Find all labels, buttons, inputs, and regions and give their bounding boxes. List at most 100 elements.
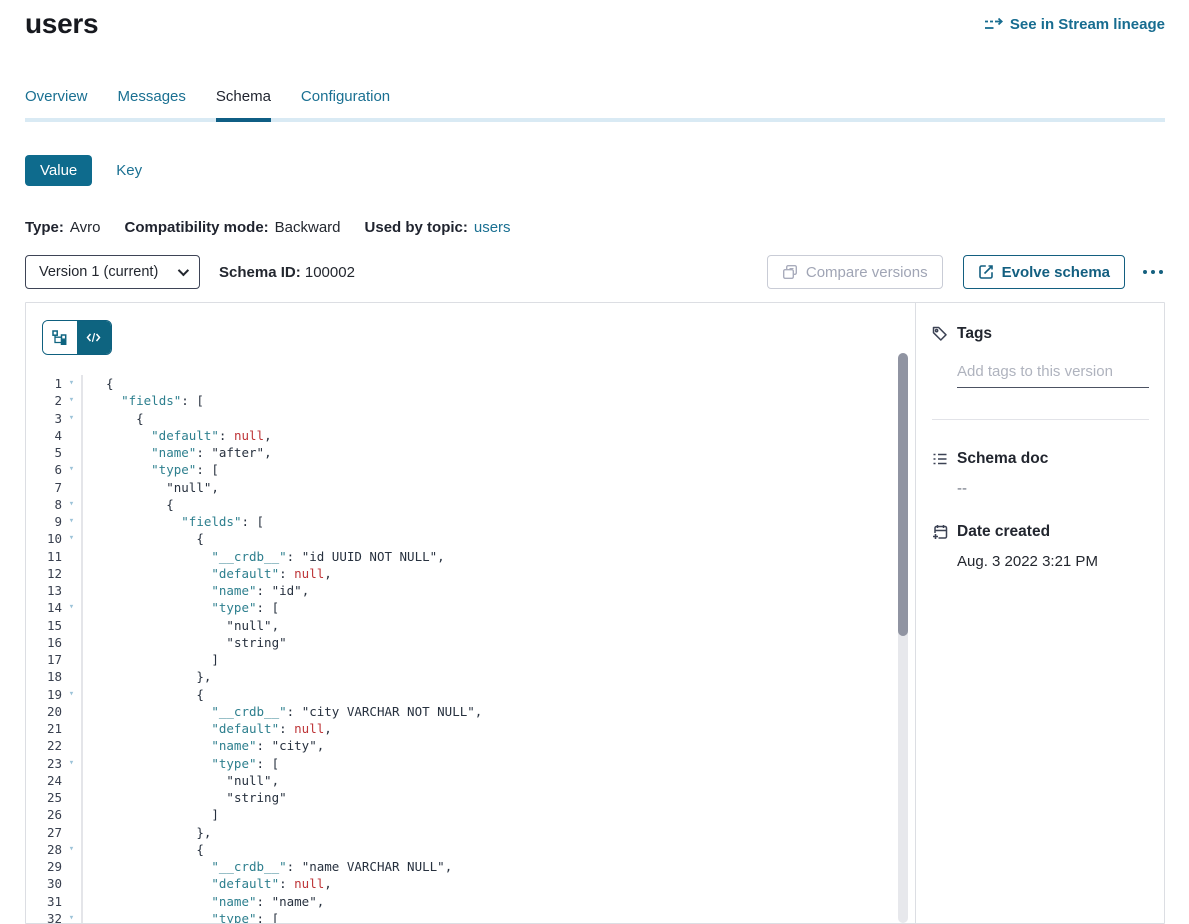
code-line: 30 "default": null, bbox=[26, 875, 915, 892]
code-line: 10▾ { bbox=[26, 530, 915, 547]
fold-toggle-icon[interactable]: ▾ bbox=[62, 530, 81, 547]
fold-toggle-icon[interactable]: ▾ bbox=[62, 841, 81, 858]
line-number: 8 bbox=[26, 496, 62, 513]
fold-toggle-icon[interactable]: ▾ bbox=[62, 599, 81, 616]
value-key-toggle: Value Key bbox=[25, 155, 1165, 186]
add-tags-input[interactable] bbox=[957, 363, 1149, 388]
code-text: "default": null, bbox=[83, 427, 272, 444]
tab-messages[interactable]: Messages bbox=[118, 88, 186, 118]
code-text: "null", bbox=[83, 479, 219, 496]
line-number: 6 bbox=[26, 461, 62, 478]
line-number: 9 bbox=[26, 513, 62, 530]
code-line: 12 "default": null, bbox=[26, 565, 915, 582]
topic-link[interactable]: users bbox=[474, 219, 511, 236]
code-text: "default": null, bbox=[83, 875, 332, 892]
line-number: 29 bbox=[26, 858, 62, 875]
scrollbar-track[interactable] bbox=[898, 353, 908, 923]
compare-versions-label: Compare versions bbox=[806, 264, 928, 281]
code-text: ] bbox=[83, 651, 219, 668]
code-text: "string" bbox=[83, 789, 287, 806]
tree-view-button[interactable] bbox=[43, 321, 77, 354]
schema-sidebar: Tags Schema doc -- bbox=[915, 303, 1164, 923]
code-text: "name": "id", bbox=[83, 582, 309, 599]
line-number: 13 bbox=[26, 582, 62, 599]
line-number: 4 bbox=[26, 427, 62, 444]
line-number: 20 bbox=[26, 703, 62, 720]
line-number: 26 bbox=[26, 806, 62, 823]
fold-spacer bbox=[62, 875, 81, 892]
sidebar-divider bbox=[932, 419, 1149, 420]
code-text: { bbox=[83, 686, 204, 703]
code-line: 1▾{ bbox=[26, 375, 915, 392]
value-toggle-button[interactable]: Value bbox=[25, 155, 92, 186]
fold-spacer bbox=[62, 806, 81, 823]
see-in-stream-lineage-link[interactable]: See in Stream lineage bbox=[984, 16, 1165, 33]
line-number: 19 bbox=[26, 686, 62, 703]
editor-toolbar bbox=[26, 303, 915, 355]
tab-configuration[interactable]: Configuration bbox=[301, 88, 390, 118]
line-number: 3 bbox=[26, 410, 62, 427]
code-text: "default": null, bbox=[83, 565, 332, 582]
code-text: "fields": [ bbox=[83, 392, 204, 409]
line-number: 1 bbox=[26, 375, 62, 392]
version-dropdown-value: Version 1 (current) bbox=[39, 264, 158, 280]
code-line: 27 }, bbox=[26, 824, 915, 841]
code-text: { bbox=[83, 410, 144, 427]
fold-spacer bbox=[62, 824, 81, 841]
code-line: 7 "null", bbox=[26, 479, 915, 496]
code-line: 2▾ "fields": [ bbox=[26, 392, 915, 409]
fold-spacer bbox=[62, 651, 81, 668]
line-number: 25 bbox=[26, 789, 62, 806]
code-line: 32▾ "type": [ bbox=[26, 910, 915, 923]
fold-toggle-icon[interactable]: ▾ bbox=[62, 755, 81, 772]
code-line: 5 "name": "after", bbox=[26, 444, 915, 461]
schema-meta-row: Type: Avro Compatibility mode: Backward … bbox=[25, 219, 1165, 236]
scrollbar-thumb[interactable] bbox=[898, 353, 908, 636]
compare-icon bbox=[782, 264, 798, 280]
fold-toggle-icon[interactable]: ▾ bbox=[62, 392, 81, 409]
code-line: 24 "null", bbox=[26, 772, 915, 789]
code-text: { bbox=[83, 841, 204, 858]
tab-overview[interactable]: Overview bbox=[25, 88, 88, 118]
code-text: "null", bbox=[83, 617, 279, 634]
code-line: 3▾ { bbox=[26, 410, 915, 427]
fold-toggle-icon[interactable]: ▾ bbox=[62, 910, 81, 923]
fold-spacer bbox=[62, 893, 81, 910]
version-dropdown[interactable]: Version 1 (current) bbox=[25, 255, 200, 289]
key-toggle-link[interactable]: Key bbox=[116, 162, 142, 179]
schema-panel: 1▾{2▾ "fields": [3▾ {4 "default": null,5… bbox=[25, 302, 1165, 924]
code-text: "type": [ bbox=[83, 599, 279, 616]
type-value: Avro bbox=[70, 219, 101, 236]
code-line: 6▾ "type": [ bbox=[26, 461, 915, 478]
code-editor: 1▾{2▾ "fields": [3▾ {4 "default": null,5… bbox=[26, 303, 915, 923]
fold-toggle-icon[interactable]: ▾ bbox=[62, 375, 81, 392]
code-line: 29 "__crdb__": "name VARCHAR NULL", bbox=[26, 858, 915, 875]
line-number: 10 bbox=[26, 530, 62, 547]
compare-versions-button[interactable]: Compare versions bbox=[767, 255, 943, 289]
code-text: "__crdb__": "id UUID NOT NULL", bbox=[83, 548, 445, 565]
chevron-down-icon bbox=[178, 265, 189, 276]
fold-toggle-icon[interactable]: ▾ bbox=[62, 513, 81, 530]
fold-spacer bbox=[62, 737, 81, 754]
edit-icon bbox=[978, 264, 994, 280]
code-line: 19▾ { bbox=[26, 686, 915, 703]
code-text: "null", bbox=[83, 772, 279, 789]
line-number: 30 bbox=[26, 875, 62, 892]
evolve-schema-button[interactable]: Evolve schema bbox=[963, 255, 1125, 289]
code-line: 8▾ { bbox=[26, 496, 915, 513]
code-line: 11 "__crdb__": "id UUID NOT NULL", bbox=[26, 548, 915, 565]
more-actions-button[interactable] bbox=[1141, 264, 1165, 280]
fold-toggle-icon[interactable]: ▾ bbox=[62, 496, 81, 513]
code-line: 20 "__crdb__": "city VARCHAR NOT NULL", bbox=[26, 703, 915, 720]
fold-toggle-icon[interactable]: ▾ bbox=[62, 686, 81, 703]
schema-id-label: Schema ID: bbox=[219, 264, 301, 281]
line-number: 27 bbox=[26, 824, 62, 841]
code-view-button[interactable] bbox=[77, 321, 111, 354]
fold-toggle-icon[interactable]: ▾ bbox=[62, 410, 81, 427]
line-number: 31 bbox=[26, 893, 62, 910]
tab-schema[interactable]: Schema bbox=[216, 88, 271, 122]
date-created-value: Aug. 3 2022 3:21 PM bbox=[957, 553, 1149, 570]
fold-toggle-icon[interactable]: ▾ bbox=[62, 461, 81, 478]
line-number: 2 bbox=[26, 392, 62, 409]
line-number: 12 bbox=[26, 565, 62, 582]
